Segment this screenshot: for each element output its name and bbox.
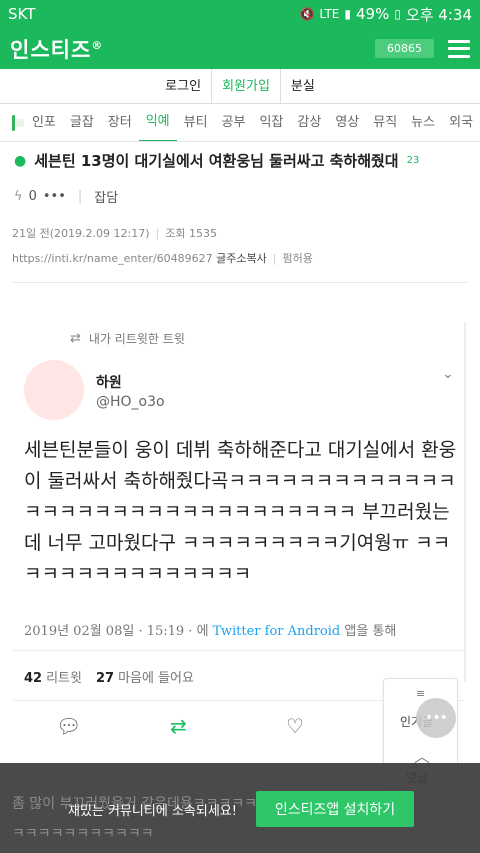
- category-item[interactable]: 인포: [25, 104, 63, 141]
- battery-percent: 49%: [355, 5, 390, 23]
- tweet-date[interactable]: 2019년 02월 08일 · 15:19 · 에: [24, 624, 209, 639]
- list-icon[interactable]: ≡: [416, 687, 425, 700]
- home-icon[interactable]: [12, 114, 24, 131]
- carrier-label: SKT: [8, 5, 36, 23]
- category-item[interactable]: 외국: [442, 104, 480, 141]
- chevron-down-icon[interactable]: ⌄: [442, 366, 454, 382]
- dots-icon: •••: [425, 710, 448, 726]
- more-options-icon[interactable]: •••: [43, 189, 66, 204]
- app-header: 인스티즈® 60865: [0, 28, 480, 69]
- heart-icon[interactable]: ♡: [286, 714, 304, 738]
- tweet-actions: 💬︎ ⇄ ♡: [56, 714, 436, 740]
- bullet-icon: ●: [14, 152, 27, 169]
- signup-link[interactable]: 회원가입: [211, 68, 280, 104]
- comment-count[interactable]: 23: [407, 155, 420, 166]
- post-meta: 21일 전(2019.2.09 12:17) | 조회 1535: [12, 227, 217, 240]
- divider: |: [77, 189, 83, 204]
- retweet-icon[interactable]: ⇄: [170, 714, 187, 738]
- category-item-active[interactable]: 익예: [138, 104, 177, 141]
- lightning-icon[interactable]: ϟ: [14, 189, 23, 204]
- category-item[interactable]: 영상: [328, 104, 366, 141]
- category-item[interactable]: 익잡: [252, 104, 290, 141]
- retweet-label: 내가 리트윗한 트윗: [88, 332, 185, 346]
- lost-account-link[interactable]: 분실: [279, 68, 325, 104]
- post-title: ● 세븐틴 13명이 대기실에서 여환웅님 둘러싸고 축하해줬대 23: [14, 150, 464, 171]
- copy-url-button[interactable]: 글주소복사: [216, 252, 267, 265]
- tweet-source-suffix: 앱을 통해: [344, 624, 397, 639]
- retweet-stat[interactable]: 42 리트윗: [24, 667, 82, 686]
- tweet-source-link[interactable]: Twitter for Android: [213, 624, 341, 639]
- view-count: 조회 1535: [165, 227, 217, 240]
- install-banner: 좀 많이 부끄러웠을거 같은데용ㅋㅋㅋㅋㅋㅋㅋㅋㅋ ㅋㅋㅋㅋㅋㅋㅋㅋㅋㅋㅋ 재밌…: [0, 763, 480, 853]
- lte-icon: LTE: [319, 7, 340, 21]
- mute-icon: 🔇: [299, 7, 315, 21]
- status-bar: SKT 🔇 LTE ▮ 49% ▯ 오후 4:34: [0, 0, 480, 28]
- hamburger-menu-icon[interactable]: [448, 39, 470, 58]
- site-logo[interactable]: 인스티즈®: [10, 34, 375, 64]
- visitor-counter: 60865: [375, 39, 434, 58]
- retweet-icon: ⇄: [70, 331, 81, 346]
- category-item[interactable]: 뉴스: [404, 104, 442, 141]
- post-actions: ϟ 0 ••• | 잡담: [14, 187, 118, 206]
- post-url: https://inti.kr/name_enter/60489627: [12, 252, 213, 265]
- reply-icon[interactable]: 💬︎: [56, 714, 81, 738]
- category-item[interactable]: 글잡: [63, 104, 101, 141]
- battery-icon: ▯: [394, 7, 401, 21]
- category-item[interactable]: 뷰티: [177, 104, 215, 141]
- category-item[interactable]: 장터: [101, 104, 139, 141]
- category-nav: 인포 글잡 장터 익예 뷰티 공부 익잡 감상 영상 뮤직 뉴스 외국: [0, 104, 480, 142]
- divider: [12, 282, 468, 283]
- category-item[interactable]: 감상: [290, 104, 328, 141]
- banner-message: 재밌는 커뮤니티에 소속되세요!: [68, 804, 237, 819]
- more-fab-button[interactable]: •••: [416, 698, 456, 738]
- divider: [12, 650, 464, 651]
- category-item[interactable]: 공부: [215, 104, 253, 141]
- tweet-text: 세븐틴분들이 웅이 데뷔 축하해준다고 대기실에서 환웅이 둘러싸서 축하해줬다…: [24, 439, 457, 585]
- tweet-stats: 42 리트윗 27 마음에 들어요: [24, 667, 194, 686]
- post-title-text: 세븐틴 13명이 대기실에서 여환웅님 둘러싸고 축하해줬대: [34, 152, 399, 170]
- login-link[interactable]: 로그인: [155, 69, 211, 104]
- category-item[interactable]: 뮤직: [366, 104, 404, 141]
- embed-scrollbar[interactable]: [464, 322, 466, 682]
- tweet-author-name[interactable]: 하원: [96, 372, 122, 392]
- status-right: 🔇 LTE ▮ 49% ▯ 오후 4:34: [299, 4, 472, 25]
- clock: 오후 4:34: [405, 5, 472, 24]
- tweet-author-handle[interactable]: @HO_o3o: [96, 394, 165, 410]
- avatar[interactable]: [24, 360, 84, 420]
- auth-nav: 로그인 회원가입 분실: [0, 68, 480, 104]
- post-date: 21일 전(2019.2.09 12:17): [12, 227, 150, 240]
- post-link-row: https://inti.kr/name_enter/60489627 글주소복…: [12, 252, 313, 265]
- repost-permission: 펌허용: [282, 252, 313, 265]
- retweet-context: ⇄ 내가 리트윗한 트윗: [70, 330, 185, 347]
- like-count: 0: [28, 189, 37, 204]
- signal-icon: ▮: [344, 7, 351, 21]
- underlying-comment-text: ㅋㅋㅋㅋㅋㅋㅋㅋㅋㅋㅋ: [12, 826, 154, 842]
- post-category[interactable]: 잡담: [94, 187, 118, 206]
- tweet-meta: 2019년 02월 08일 · 15:19 · 에 Twitter for An…: [24, 620, 396, 639]
- install-app-button[interactable]: 인스티즈앱 설치하기: [256, 791, 414, 827]
- like-stat[interactable]: 27 마음에 들어요: [96, 667, 194, 686]
